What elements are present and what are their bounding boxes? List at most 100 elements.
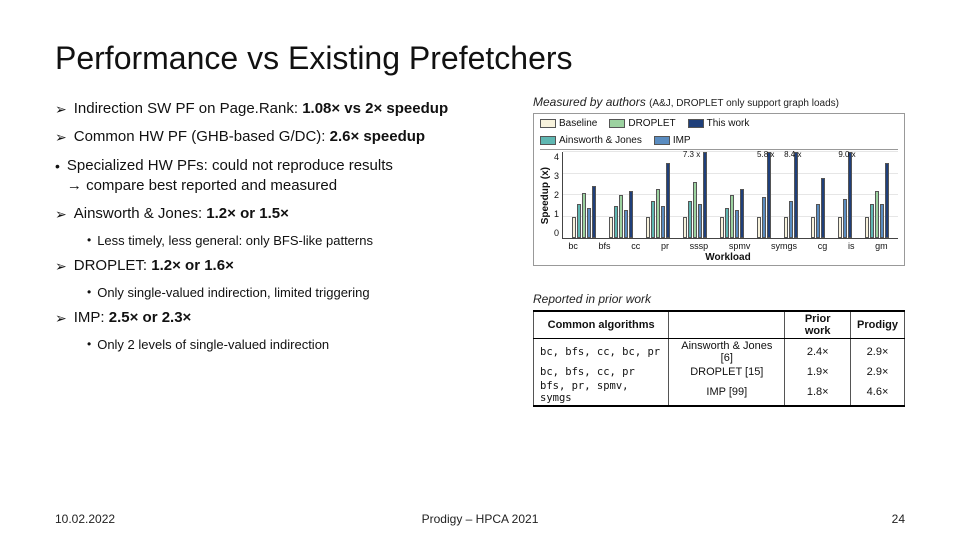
text: IMP: bbox=[74, 309, 109, 326]
cell: bc, bfs, cc, pr bbox=[534, 365, 669, 379]
dot-icon: • bbox=[87, 232, 91, 249]
cell: 1.8× bbox=[785, 379, 851, 406]
chevron-right-icon: ➢ bbox=[55, 308, 67, 328]
bar bbox=[683, 217, 687, 239]
chart-annotation: 8.4 x bbox=[784, 150, 801, 159]
table-row: bc, bfs, cc, bc, pr Ainsworth & Jones [6… bbox=[534, 339, 905, 366]
cell: 2.4× bbox=[785, 339, 851, 366]
text: DROPLET: bbox=[74, 257, 152, 274]
chart-annotation: 5.8 x bbox=[757, 150, 774, 159]
bullet-text: Common HW PF (GHB-based G/DC): 2.6× spee… bbox=[74, 127, 515, 147]
category-label: is bbox=[848, 241, 855, 251]
chart-caption-top: Measured by authors (A&J, DROPLET only s… bbox=[533, 95, 905, 109]
bar-group bbox=[720, 152, 744, 238]
dot-icon: • bbox=[87, 336, 91, 353]
bar bbox=[843, 199, 847, 238]
text-bold: 1.08× vs 2× speedup bbox=[302, 100, 448, 117]
bar bbox=[666, 163, 670, 238]
table-row: bfs, pr, spmv, symgs IMP [99] 1.8× 4.6× bbox=[534, 379, 905, 406]
bar-group: 7.3 x bbox=[683, 152, 707, 238]
bar bbox=[614, 206, 618, 238]
text: DROPLET bbox=[628, 118, 675, 129]
x-axis-categories: bcbfsccprssspspmvsymgscgisgm bbox=[558, 241, 898, 251]
bar bbox=[587, 208, 591, 238]
category-label: gm bbox=[875, 241, 888, 251]
category-label: pr bbox=[661, 241, 669, 251]
cell: bc, bfs, cc, bc, pr bbox=[534, 339, 669, 366]
swatch-icon bbox=[540, 119, 556, 128]
bar bbox=[885, 163, 889, 238]
bar bbox=[762, 197, 766, 238]
text: Indirection SW PF on Page.Rank: bbox=[74, 100, 302, 117]
legend-imp: IMP bbox=[654, 135, 691, 146]
text-bold: 2.6× speedup bbox=[330, 128, 425, 145]
table-header-row: Common algorithms Prior work Prodigy bbox=[534, 311, 905, 339]
swatch-icon bbox=[654, 136, 670, 145]
bar bbox=[651, 201, 655, 238]
slide-footer: 10.02.2022 Prodigy – HPCA 2021 24 bbox=[55, 512, 905, 526]
chevron-right-icon: ➢ bbox=[55, 127, 67, 147]
category-label: sssp bbox=[690, 241, 709, 251]
sub-bullet-droplet: • Only single-valued indirection, limite… bbox=[87, 284, 515, 302]
slide: Performance vs Existing Prefetchers ➢ In… bbox=[0, 0, 960, 540]
text-bold: 2.5× or 2.3× bbox=[109, 309, 192, 326]
x-axis-label: Workload bbox=[558, 252, 898, 263]
bar bbox=[698, 204, 702, 238]
prior-work-table: Common algorithms Prior work Prodigy bc,… bbox=[533, 310, 905, 407]
legend-aj: Ainsworth & Jones bbox=[540, 135, 642, 146]
bar bbox=[811, 217, 815, 239]
bar bbox=[875, 191, 879, 238]
bar-group: 9.0 x bbox=[838, 152, 852, 238]
cell: IMP [99] bbox=[669, 379, 785, 406]
bar bbox=[784, 217, 788, 239]
text: This work bbox=[707, 118, 750, 129]
footer-page-number: 24 bbox=[892, 512, 905, 526]
cell: 2.9× bbox=[851, 365, 905, 379]
category-label: cc bbox=[631, 241, 640, 251]
swatch-icon bbox=[540, 136, 556, 145]
bar bbox=[735, 210, 739, 238]
columns: ➢ Indirection SW PF on Page.Rank: 1.08× … bbox=[55, 95, 905, 407]
bar-group bbox=[646, 152, 670, 238]
y-axis-label: Speedup (x) bbox=[540, 167, 551, 224]
chevron-right-icon: ➢ bbox=[55, 256, 67, 276]
text: Specialized HW PFs: could not reproduce … bbox=[67, 157, 393, 174]
bar bbox=[629, 191, 633, 238]
bullet-aj: ➢ Ainsworth & Jones: 1.2× or 1.5× bbox=[55, 204, 515, 224]
cell: 2.9× bbox=[851, 339, 905, 366]
tick: 0 bbox=[554, 228, 559, 238]
tick: 4 bbox=[554, 152, 559, 162]
text: Baseline bbox=[559, 118, 597, 129]
bar bbox=[740, 189, 744, 238]
bar bbox=[725, 208, 729, 238]
footer-date: 10.02.2022 bbox=[55, 512, 115, 526]
text-italic: Measured by authors bbox=[533, 95, 649, 109]
y-axis-ticks: 4 3 2 1 0 bbox=[554, 152, 559, 238]
bar-group bbox=[572, 152, 596, 238]
swatch-icon bbox=[609, 119, 625, 128]
bar-group: 8.4 x bbox=[784, 152, 798, 238]
text: Only 2 levels of single-valued indirecti… bbox=[97, 336, 329, 354]
bar bbox=[624, 210, 628, 238]
bar bbox=[577, 204, 581, 238]
legend-droplet: DROPLET bbox=[609, 118, 675, 129]
footer-title: Prodigy – HPCA 2021 bbox=[422, 512, 539, 526]
bullet-text: Indirection SW PF on Page.Rank: 1.08× vs… bbox=[74, 99, 515, 119]
bar bbox=[757, 217, 761, 239]
left-column: ➢ Indirection SW PF on Page.Rank: 1.08× … bbox=[55, 95, 515, 407]
chevron-right-icon: ➢ bbox=[55, 204, 67, 224]
col-header bbox=[669, 311, 785, 339]
bar bbox=[821, 178, 825, 238]
table-row: bc, bfs, cc, pr DROPLET [15] 1.9× 2.9× bbox=[534, 365, 905, 379]
bullet-text: Specialized HW PFs: could not reproduce … bbox=[67, 156, 515, 197]
bar bbox=[730, 195, 734, 238]
bar bbox=[720, 217, 724, 239]
swatch-icon bbox=[688, 119, 704, 128]
col-header: Prodigy bbox=[851, 311, 905, 339]
bar bbox=[619, 195, 623, 238]
bar bbox=[688, 201, 692, 238]
bar bbox=[582, 193, 586, 238]
chevron-right-icon: ➢ bbox=[55, 99, 67, 119]
text: Ainsworth & Jones: bbox=[74, 205, 207, 222]
tick: 2 bbox=[554, 190, 559, 200]
